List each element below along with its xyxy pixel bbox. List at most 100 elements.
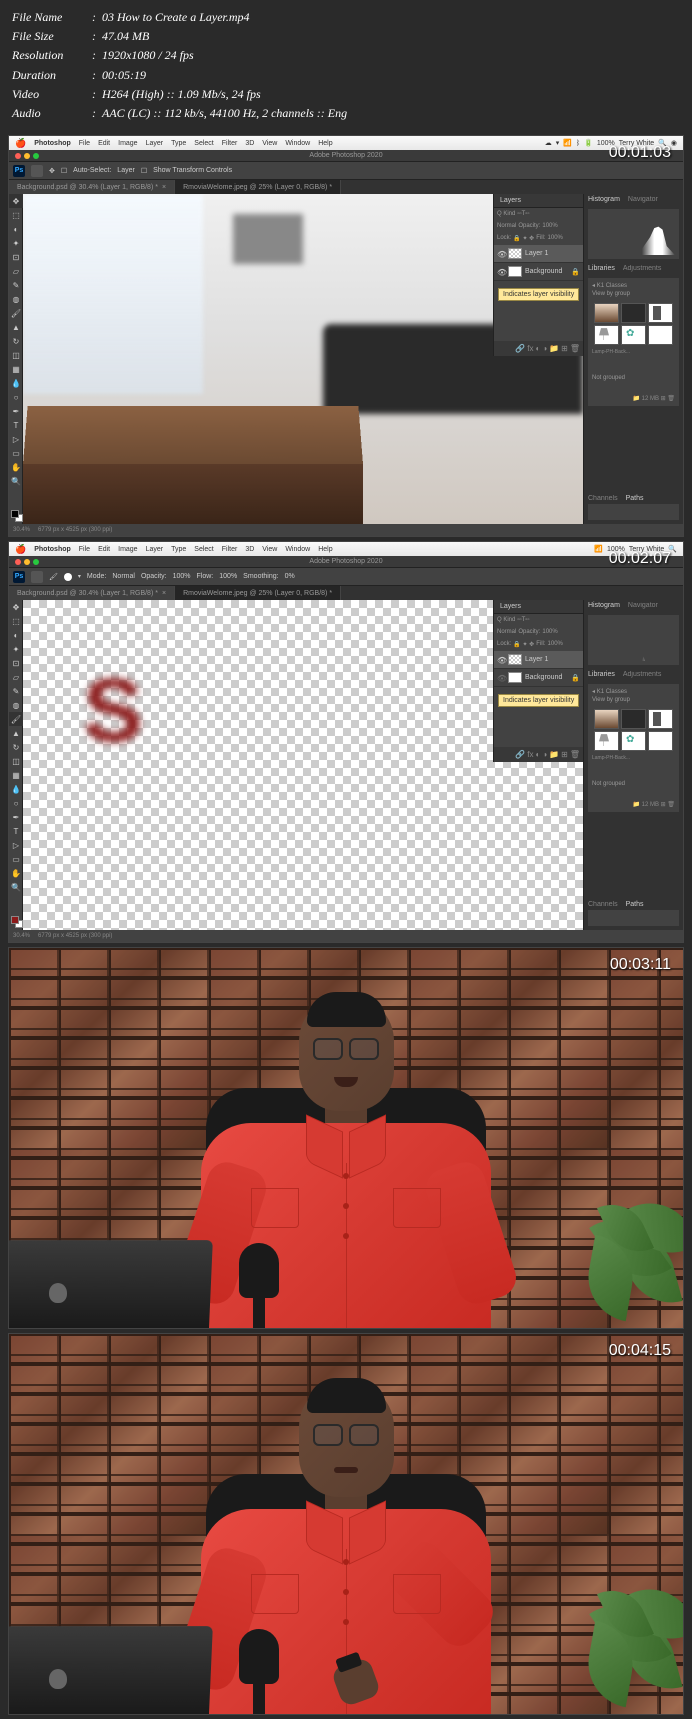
path-tool[interactable]: ▷ <box>9 432 23 446</box>
library-item[interactable] <box>621 325 646 345</box>
library-item[interactable] <box>594 731 619 751</box>
close-window-button[interactable] <box>15 559 21 565</box>
stamp-tool[interactable]: ▲ <box>9 320 23 334</box>
layer-row[interactable]: 👁 Layer 1 <box>494 651 583 669</box>
library-item[interactable] <box>594 303 619 323</box>
history-brush-tool[interactable]: ↻ <box>9 334 23 348</box>
menu-file[interactable]: File <box>79 546 90 553</box>
brush-tool[interactable]: 🖌 <box>9 712 23 726</box>
paths-tab[interactable]: Paths <box>622 493 648 504</box>
mode-dropdown[interactable]: Normal <box>112 573 135 580</box>
view-by-dropdown[interactable]: View by group <box>592 291 675 297</box>
mask-icon[interactable]: ◐ <box>535 344 540 353</box>
close-window-button[interactable] <box>15 153 21 159</box>
trash-icon[interactable]: 🗑 <box>570 344 580 353</box>
zoom-level[interactable]: 30.4% <box>13 933 30 939</box>
lasso-tool[interactable]: ◐ <box>9 222 23 236</box>
library-item[interactable] <box>648 709 673 729</box>
type-tool[interactable]: T <box>9 418 23 432</box>
fill-input[interactable]: 100% <box>548 641 563 648</box>
color-swatches[interactable] <box>9 914 22 930</box>
menu-edit[interactable]: Edit <box>98 546 110 553</box>
library-item[interactable] <box>594 709 619 729</box>
home-icon[interactable] <box>31 571 43 583</box>
menu-type[interactable]: Type <box>171 140 186 147</box>
flow-input[interactable]: 100% <box>219 573 237 580</box>
move-tool-icon[interactable]: ✥ <box>49 167 55 175</box>
library-item[interactable] <box>648 325 673 345</box>
menu-layer[interactable]: Layer <box>146 140 164 147</box>
link-layers-icon[interactable]: 🔗 <box>515 750 525 759</box>
layer-thumbnail[interactable] <box>508 266 522 277</box>
frame-tool[interactable]: ▱ <box>9 264 23 278</box>
doc-tab-1[interactable]: Background.psd @ 30.4% (Layer 1, RGB/8) … <box>9 180 175 194</box>
stamp-tool[interactable]: ▲ <box>9 726 23 740</box>
color-swatches[interactable] <box>9 508 22 524</box>
canvas[interactable]: S Layers Q Kind▫▫T▫▫ Normal Opacity: 100… <box>23 600 583 930</box>
dodge-tool[interactable]: ○ <box>9 796 23 810</box>
menu-window[interactable]: Window <box>285 546 310 553</box>
move-tool[interactable]: ✥ <box>9 600 23 614</box>
menu-help[interactable]: Help <box>318 546 332 553</box>
channels-tab[interactable]: Channels <box>584 493 622 504</box>
new-layer-icon[interactable]: ⊞ <box>561 344 568 353</box>
eyedropper-tool[interactable]: ✎ <box>9 684 23 698</box>
wand-tool[interactable]: ✦ <box>9 642 23 656</box>
visibility-toggle[interactable]: 👁 <box>497 268 505 276</box>
library-item[interactable] <box>621 709 646 729</box>
navigator-tab[interactable]: Navigator <box>624 600 662 611</box>
menu-edit[interactable]: Edit <box>98 140 110 147</box>
menu-image[interactable]: Image <box>118 140 137 147</box>
doc-tab-2[interactable]: RmoviaWelome.jpeg @ 25% (Layer 0, RGB/8)… <box>175 586 341 600</box>
layer-name[interactable]: Layer 1 <box>525 250 548 257</box>
menu-view[interactable]: View <box>262 140 277 147</box>
folder-icon[interactable]: 📁 <box>549 344 559 353</box>
libraries-tab[interactable]: Libraries <box>584 669 619 680</box>
trash-icon[interactable]: 🗑 <box>570 750 580 759</box>
menu-image[interactable]: Image <box>118 546 137 553</box>
library-item[interactable] <box>594 325 619 345</box>
menu-help[interactable]: Help <box>318 140 332 147</box>
maximize-window-button[interactable] <box>33 153 39 159</box>
adjustment-icon[interactable]: ◑ <box>542 344 547 353</box>
healing-tool[interactable]: ◍ <box>9 698 23 712</box>
eraser-tool[interactable]: ◫ <box>9 754 23 768</box>
smoothing-input[interactable]: 0% <box>285 573 295 580</box>
new-layer-icon[interactable]: ⊞ <box>561 750 568 759</box>
bluetooth-icon[interactable]: ᛒ <box>576 140 580 147</box>
dodge-tool[interactable]: ○ <box>9 390 23 404</box>
auto-select-dropdown[interactable]: Layer <box>117 167 135 174</box>
hand-tool[interactable]: ✋ <box>9 460 23 474</box>
layer-name[interactable]: Layer 1 <box>525 656 548 663</box>
layer-row[interactable]: 👁 Layer 1 <box>494 245 583 263</box>
layer-thumbnail[interactable] <box>508 248 522 259</box>
minimize-window-button[interactable] <box>24 559 30 565</box>
zoom-tool[interactable]: 🔍 <box>9 474 23 488</box>
eraser-tool[interactable]: ◫ <box>9 348 23 362</box>
navigator-tab[interactable]: Navigator <box>624 194 662 205</box>
gradient-tool[interactable]: ▦ <box>9 362 23 376</box>
apple-icon[interactable]: 🍎 <box>15 544 26 555</box>
siri-icon[interactable]: ◉ <box>671 139 677 147</box>
library-item[interactable] <box>621 731 646 751</box>
shape-tool[interactable]: ▭ <box>9 446 23 460</box>
wand-tool[interactable]: ✦ <box>9 236 23 250</box>
opacity-input[interactable]: 100% <box>173 573 191 580</box>
link-layers-icon[interactable]: 🔗 <box>515 344 525 353</box>
visibility-toggle[interactable]: 👁 <box>497 656 505 664</box>
fx-icon[interactable]: fx <box>527 344 533 353</box>
blur-tool[interactable]: 💧 <box>9 782 23 796</box>
home-icon[interactable] <box>31 165 43 177</box>
layer-row[interactable]: 👁 Background 🔒 <box>494 669 583 687</box>
layer-thumbnail[interactable] <box>508 672 522 683</box>
marquee-tool[interactable]: ⬚ <box>9 614 23 628</box>
menu-window[interactable]: Window <box>285 140 310 147</box>
menu-3d[interactable]: 3D <box>245 546 254 553</box>
library-item[interactable] <box>648 303 673 323</box>
layers-panel-tab[interactable]: Layers <box>494 194 583 208</box>
healing-tool[interactable]: ◍ <box>9 292 23 306</box>
opacity-input[interactable]: 100% <box>542 629 557 635</box>
cloud-icon[interactable]: ☁ <box>545 139 552 147</box>
blend-mode-dropdown[interactable]: Normal <box>497 629 516 635</box>
fx-icon[interactable]: fx <box>527 750 533 759</box>
